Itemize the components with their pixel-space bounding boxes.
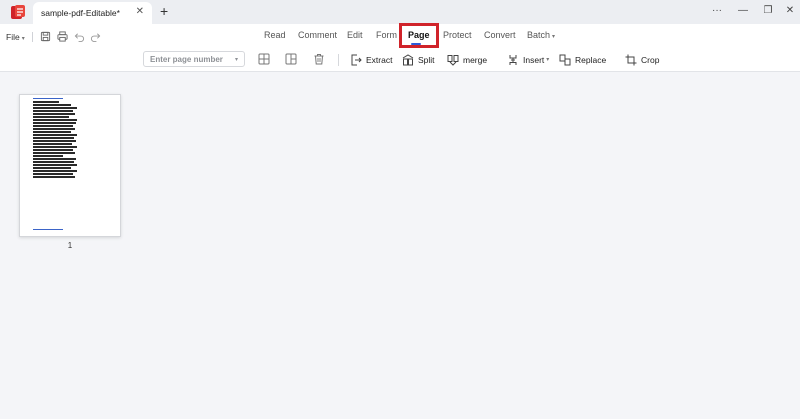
extract-button[interactable]: Extract — [350, 53, 392, 66]
thumbnail-text-line — [33, 173, 73, 175]
thumbnail-text-line — [33, 134, 77, 136]
minimize-button[interactable]: — — [735, 4, 751, 18]
merge-button[interactable]: merge — [447, 53, 487, 66]
page-number-label: 1 — [67, 241, 73, 250]
insert-label: Insert — [523, 54, 545, 65]
app-logo-icon — [11, 5, 25, 19]
replace-label: Replace — [575, 54, 607, 65]
chevron-down-icon: ▾ — [21, 36, 25, 42]
crop-label: Crop — [641, 54, 660, 65]
insert-button[interactable]: Insert ▾ — [507, 53, 549, 66]
tab-batch-label: Batch — [527, 30, 551, 40]
file-menu[interactable]: File ▾ — [6, 32, 25, 42]
thumbnail-text-line — [33, 104, 71, 106]
delete-page-icon[interactable] — [313, 53, 325, 65]
redo-icon[interactable] — [90, 31, 101, 42]
thumbnail-text-line — [33, 101, 59, 103]
page-thumbnail[interactable] — [19, 94, 121, 237]
thumbnail-text-line — [33, 107, 77, 109]
thumbnail-text-line — [33, 119, 77, 121]
print-icon[interactable] — [57, 31, 68, 42]
thumbnail-text-line — [33, 110, 73, 112]
thumbnail-text-line — [33, 122, 76, 124]
crop-button[interactable]: Crop — [625, 53, 659, 66]
divider — [338, 54, 339, 66]
thumbnail-text-line — [33, 161, 74, 163]
page-number-input[interactable] — [143, 51, 245, 67]
chevron-down-icon: ▾ — [546, 57, 550, 63]
thumbnail-text-line — [33, 149, 73, 151]
thumbnail-text-line — [33, 176, 75, 178]
document-tab[interactable]: sample-pdf-Editable* ✕ — [33, 2, 152, 24]
insert-page-before-icon[interactable] — [258, 53, 270, 65]
highlight-box — [399, 23, 439, 48]
thumbnail-text-line — [33, 146, 77, 148]
split-icon — [402, 53, 414, 65]
page-toolbar: ▾ Extract Split merge — [0, 48, 800, 72]
close-tab-icon[interactable]: ✕ — [136, 6, 144, 17]
tab-batch[interactable]: Batch ▾ — [527, 30, 555, 40]
thumbnail-text-line — [33, 137, 74, 139]
tab-edit[interactable]: Edit — [347, 30, 363, 40]
replace-icon — [559, 54, 571, 65]
thumbnail-text-line — [33, 113, 75, 115]
title-bar: sample-pdf-Editable* ✕ + ··· — ❐ ✕ — [0, 0, 800, 24]
thumbnail-text-line — [33, 128, 75, 130]
thumbnail-text-line — [33, 155, 63, 157]
merge-icon — [447, 54, 459, 66]
crop-icon — [625, 54, 637, 65]
chevron-down-icon: ▾ — [552, 34, 556, 40]
tab-comment[interactable]: Comment — [298, 30, 337, 40]
extract-icon — [351, 54, 362, 65]
thumbnail-text-line — [33, 125, 73, 127]
split-button[interactable]: Split — [402, 53, 435, 66]
thumbnail-text-line — [33, 167, 71, 169]
thumbnail-text-line — [33, 158, 76, 160]
tab-read[interactable]: Read — [264, 30, 286, 40]
thumbnail-text-line — [33, 143, 72, 145]
tab-form[interactable]: Form — [376, 30, 397, 40]
thumbnail-text-line — [33, 140, 76, 142]
thumbnail-text-line — [33, 164, 77, 166]
save-icon[interactable] — [40, 31, 51, 42]
extract-label: Extract — [366, 54, 393, 65]
thumbnail-text-line — [33, 170, 77, 172]
merge-label: merge — [463, 54, 488, 65]
document-tab-title: sample-pdf-Editable* — [41, 8, 120, 18]
thumbnail-text-line — [33, 152, 75, 154]
new-tab-button[interactable]: + — [160, 3, 168, 19]
thumbnail-text-line — [33, 131, 71, 133]
tab-protect[interactable]: Protect — [443, 30, 472, 40]
close-window-button[interactable]: ✕ — [782, 4, 798, 18]
thumbnail-text-line — [33, 116, 69, 118]
thumbnail-heading — [33, 98, 63, 100]
file-menu-label: File — [6, 32, 20, 42]
undo-icon[interactable] — [74, 31, 85, 42]
tab-convert[interactable]: Convert — [484, 30, 516, 40]
restore-button[interactable]: ❐ — [760, 4, 776, 18]
insert-page-after-icon[interactable] — [285, 53, 297, 65]
insert-icon — [509, 54, 517, 65]
more-options-icon[interactable]: ··· — [709, 4, 725, 18]
thumbnail-footer — [33, 229, 63, 231]
divider — [32, 32, 33, 42]
split-label: Split — [418, 54, 435, 65]
replace-button[interactable]: Replace — [559, 53, 606, 66]
